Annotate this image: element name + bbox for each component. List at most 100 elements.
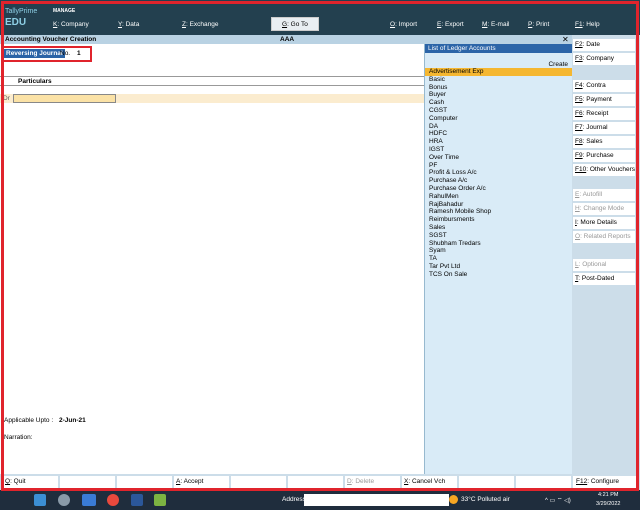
address-label: Address — [282, 496, 306, 503]
file-explorer-icon[interactable] — [34, 494, 46, 506]
right-button-f9[interactable]: F9: Purchase — [573, 150, 635, 162]
ledger-list-title: List of Ledger Accounts — [425, 44, 573, 53]
menu-import[interactable]: O: Import — [390, 21, 417, 28]
windows-taskbar: Address 33°C Polluted air ^ ▭ ⌔ ◁) 4:21 … — [0, 490, 640, 510]
ledger-list-item[interactable]: IGST — [425, 146, 573, 154]
create-ledger-link[interactable]: Create — [548, 61, 568, 68]
ledger-list-item[interactable]: Purchase Order A/c — [425, 185, 573, 193]
chevron-left-icon: ‹ — [636, 125, 638, 131]
ledger-list-item[interactable]: RajBahadur — [425, 201, 573, 209]
ledger-list-item[interactable]: Purchase A/c — [425, 177, 573, 185]
ledger-list-item[interactable]: Syam — [425, 247, 573, 255]
clock-time: 4:21 PM — [597, 492, 619, 498]
right-button-e[interactable]: E: Autofill — [573, 189, 635, 201]
ledger-list-item[interactable]: Cash — [425, 99, 573, 107]
applicable-upto-label: Applicable Upto : — [4, 417, 54, 424]
system-tray[interactable]: ^ ▭ ⌔ ◁) — [545, 496, 571, 504]
right-button-h[interactable]: H: Change Mode — [573, 203, 635, 215]
ledger-list-item[interactable]: RahulMen — [425, 193, 573, 201]
voucher-type-badge[interactable]: Reversing Journal — [4, 49, 65, 58]
ledger-list-item[interactable]: TA — [425, 255, 573, 263]
manage-label: MANAGE — [53, 8, 76, 14]
right-button-f4[interactable]: F4: Contra — [573, 80, 635, 92]
menu-help[interactable]: F1: Help — [575, 21, 600, 28]
bottom-button-empty[interactable] — [516, 476, 571, 488]
applicable-upto-value: 2-Jun-21 — [59, 417, 86, 424]
window-titlebar: Accounting Voucher Creation AAA ✕ — [0, 35, 572, 44]
ledger-list-item[interactable]: HRA — [425, 138, 573, 146]
sun-icon — [449, 495, 458, 504]
chevron-left-icon: ‹ — [636, 139, 638, 145]
ledger-list-item[interactable]: Basic — [425, 76, 573, 84]
address-input[interactable] — [304, 494, 449, 506]
ledger-list-item[interactable]: Shubham Tredars — [425, 240, 573, 248]
weather-status[interactable]: 33°C Polluted air — [461, 496, 510, 503]
ledger-list-item[interactable]: Bonus — [425, 84, 573, 92]
right-button-o[interactable]: O: Related Reports — [573, 231, 635, 243]
configure-button[interactable]: F12: Configure — [573, 476, 639, 488]
right-button-f10[interactable]: F10: Other Vouchers — [573, 164, 635, 176]
bottom-button-d[interactable]: D: Delete — [345, 476, 400, 488]
tally-icon[interactable] — [154, 494, 166, 506]
chevron-left-icon: ‹ — [636, 167, 638, 173]
ledger-list-item[interactable]: CGST — [425, 107, 573, 115]
right-button-f8[interactable]: F8: Sales — [573, 136, 635, 148]
ledger-list-item[interactable]: Profit & Loss A/c — [425, 169, 573, 177]
app-icon[interactable] — [58, 494, 70, 506]
bottom-button-empty[interactable] — [459, 476, 514, 488]
right-button-f6[interactable]: F6: Receipt — [573, 108, 635, 120]
clock[interactable]: 4:21 PM 3/29/2022 — [596, 491, 620, 509]
bottom-button-empty[interactable] — [231, 476, 286, 488]
ledger-list-item[interactable]: Over Time — [425, 154, 573, 162]
right-button-f2[interactable]: F2: Date — [573, 39, 635, 51]
voucher-body: Reversing Journal No. 1 Particulars Dr A… — [0, 44, 424, 474]
brand-edition: EDU — [5, 17, 27, 28]
ledger-list-item[interactable]: Advertisement Exp — [425, 68, 573, 76]
ledger-list-item[interactable]: HDFC — [425, 130, 573, 138]
ledger-list-item[interactable]: Sales — [425, 224, 573, 232]
right-button-bar: F2: Date ‹ F3: Company ‹ F4: Contra ‹ F5: Paym… — [572, 35, 640, 490]
ledger-list-panel: List of Ledger Accounts Create Advertise… — [424, 44, 573, 474]
right-button-i[interactable]: I: More Details — [573, 217, 635, 229]
chrome-icon[interactable] — [107, 494, 119, 506]
ledger-list-item[interactable]: Tar Pvt Ltd — [425, 263, 573, 271]
right-button-t[interactable]: T: Post-Dated — [573, 273, 635, 285]
bottom-button-a[interactable]: A: Accept — [174, 476, 229, 488]
voucher-no-label: No. — [60, 50, 71, 57]
right-button-f7[interactable]: F7: Journal — [573, 122, 635, 134]
menu-company[interactable]: K: Company — [53, 21, 89, 28]
ledger-list-item[interactable]: PF — [425, 162, 573, 170]
bottom-button-empty[interactable] — [117, 476, 172, 488]
menu-print[interactable]: P: Print — [528, 21, 549, 28]
chevron-left-icon: ‹ — [636, 56, 638, 62]
chevron-left-icon: ‹ — [636, 111, 638, 117]
chevron-left-icon: ‹ — [636, 42, 638, 48]
menu-exchange[interactable]: Z: Exchange — [182, 21, 219, 28]
menu-email[interactable]: M: E-mail — [482, 21, 509, 28]
close-icon[interactable]: ✕ — [562, 35, 569, 44]
company-name: AAA — [280, 36, 295, 43]
ledger-list-item[interactable]: Ramesh Mobile Shop — [425, 208, 573, 216]
ledger-list-item[interactable]: Reimbursments — [425, 216, 573, 224]
right-button-l[interactable]: L: Optional — [573, 259, 635, 271]
ledger-list: Advertisement Exp Basic Bonus Buyer Cash CGST… — [425, 68, 573, 279]
task-view-icon[interactable] — [82, 494, 96, 506]
app-header: TallyPrime EDU MANAGE K: Company Y: Data… — [0, 0, 640, 35]
word-icon[interactable] — [131, 494, 143, 506]
bottom-button-x[interactable]: X: Cancel Vch — [402, 476, 457, 488]
ledger-input[interactable] — [13, 94, 116, 103]
menu-data[interactable]: Y: Data — [118, 21, 139, 28]
bottom-button-empty[interactable] — [60, 476, 115, 488]
narration-label: Narration: — [4, 434, 33, 441]
right-button-f3[interactable]: F3: Company — [573, 53, 635, 65]
menu-goto[interactable]: G: Go To — [271, 17, 319, 31]
ledger-list-item[interactable]: DA — [425, 123, 573, 131]
right-button-f5[interactable]: F5: Payment — [573, 94, 635, 106]
bottom-button-empty[interactable] — [288, 476, 343, 488]
ledger-list-item[interactable]: SGST — [425, 232, 573, 240]
bottom-button-q[interactable]: Q: Quit — [3, 476, 58, 488]
ledger-list-item[interactable]: Buyer — [425, 91, 573, 99]
menu-export[interactable]: E: Export — [437, 21, 464, 28]
ledger-list-item[interactable]: Computer — [425, 115, 573, 123]
ledger-list-item[interactable]: TCS On Sale — [425, 271, 573, 279]
